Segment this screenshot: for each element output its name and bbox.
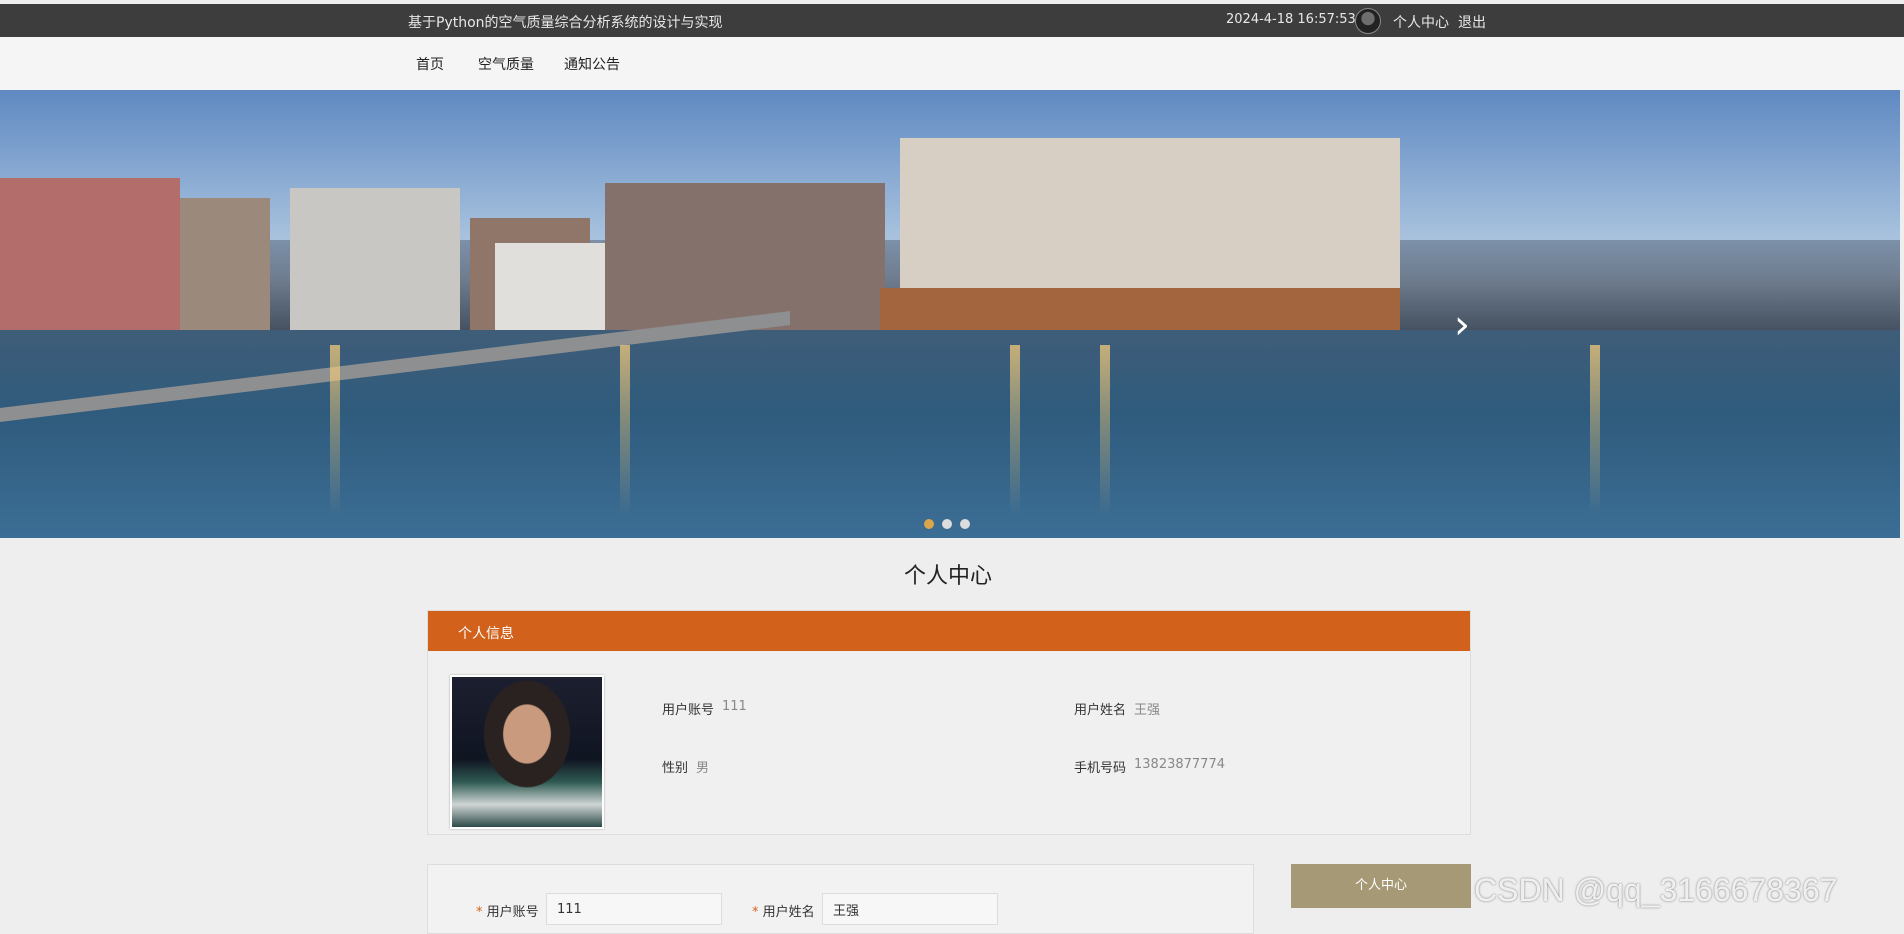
personal-info-card: 个人信息 用户账号 111 用户姓名 王强 性别 男 手机号码 13823877… (427, 610, 1471, 835)
csdn-watermark: CSDN @qq_3166678367 (1474, 872, 1838, 908)
phone-label: 手机号码 (1074, 761, 1127, 776)
name-field-label-text: 用户姓名 (762, 905, 815, 920)
gender-value: 男 (696, 761, 710, 776)
required-mark: * (476, 905, 483, 920)
nav-item-notices[interactable]: 通知公告 (564, 54, 620, 74)
light-reflection (1100, 345, 1110, 515)
page-title: 个人中心 (903, 564, 992, 589)
card-header: 个人信息 (428, 611, 1470, 651)
account-field-label: * 用户账号 (476, 901, 539, 920)
carousel-dots (924, 514, 978, 533)
light-reflection (1590, 345, 1600, 515)
light-reflection (620, 345, 630, 515)
phone-value: 13823877774 (1134, 757, 1225, 772)
carousel-dot-1[interactable] (924, 519, 934, 529)
light-reflection (1010, 345, 1020, 515)
account-value: 111 (722, 699, 747, 714)
carousel-dot-2[interactable] (942, 519, 952, 529)
building (180, 198, 270, 338)
building (0, 178, 180, 338)
banner-water (0, 330, 1900, 538)
user-center-link[interactable]: 个人中心 (1393, 12, 1449, 32)
main-nav: 首页 空气质量 通知公告 (0, 37, 1904, 90)
top-bar: 基于Python的空气质量综合分析系统的设计与实现 2024-4-18 16:5… (0, 4, 1904, 37)
account-field-label-text: 用户账号 (486, 905, 539, 920)
name-input[interactable] (822, 893, 998, 925)
required-mark: * (752, 905, 759, 920)
nav-item-home[interactable]: 首页 (416, 54, 444, 74)
carousel-dot-3[interactable] (960, 519, 970, 529)
banner-carousel[interactable]: › (0, 90, 1900, 538)
gender-label: 性别 (662, 761, 689, 776)
name-label: 用户姓名 (1074, 703, 1127, 718)
nav-item-air-quality[interactable]: 空气质量 (478, 54, 534, 74)
name-value: 王强 (1134, 703, 1161, 718)
account-input[interactable] (546, 893, 722, 925)
logout-link[interactable]: 退出 (1458, 12, 1486, 32)
site-title: 基于Python的空气质量综合分析系统的设计与实现 (408, 15, 723, 31)
profile-photo (450, 675, 604, 829)
building (605, 183, 885, 338)
name-field-label: * 用户姓名 (752, 901, 815, 920)
chevron-right-icon[interactable]: › (1454, 302, 1470, 348)
current-datetime: 2024-4-18 16:57:53 (1226, 12, 1356, 27)
building (290, 188, 460, 338)
user-avatar[interactable] (1355, 8, 1381, 34)
light-reflection (330, 345, 340, 515)
account-label: 用户账号 (662, 703, 715, 718)
user-center-button[interactable]: 个人中心 (1291, 864, 1471, 908)
